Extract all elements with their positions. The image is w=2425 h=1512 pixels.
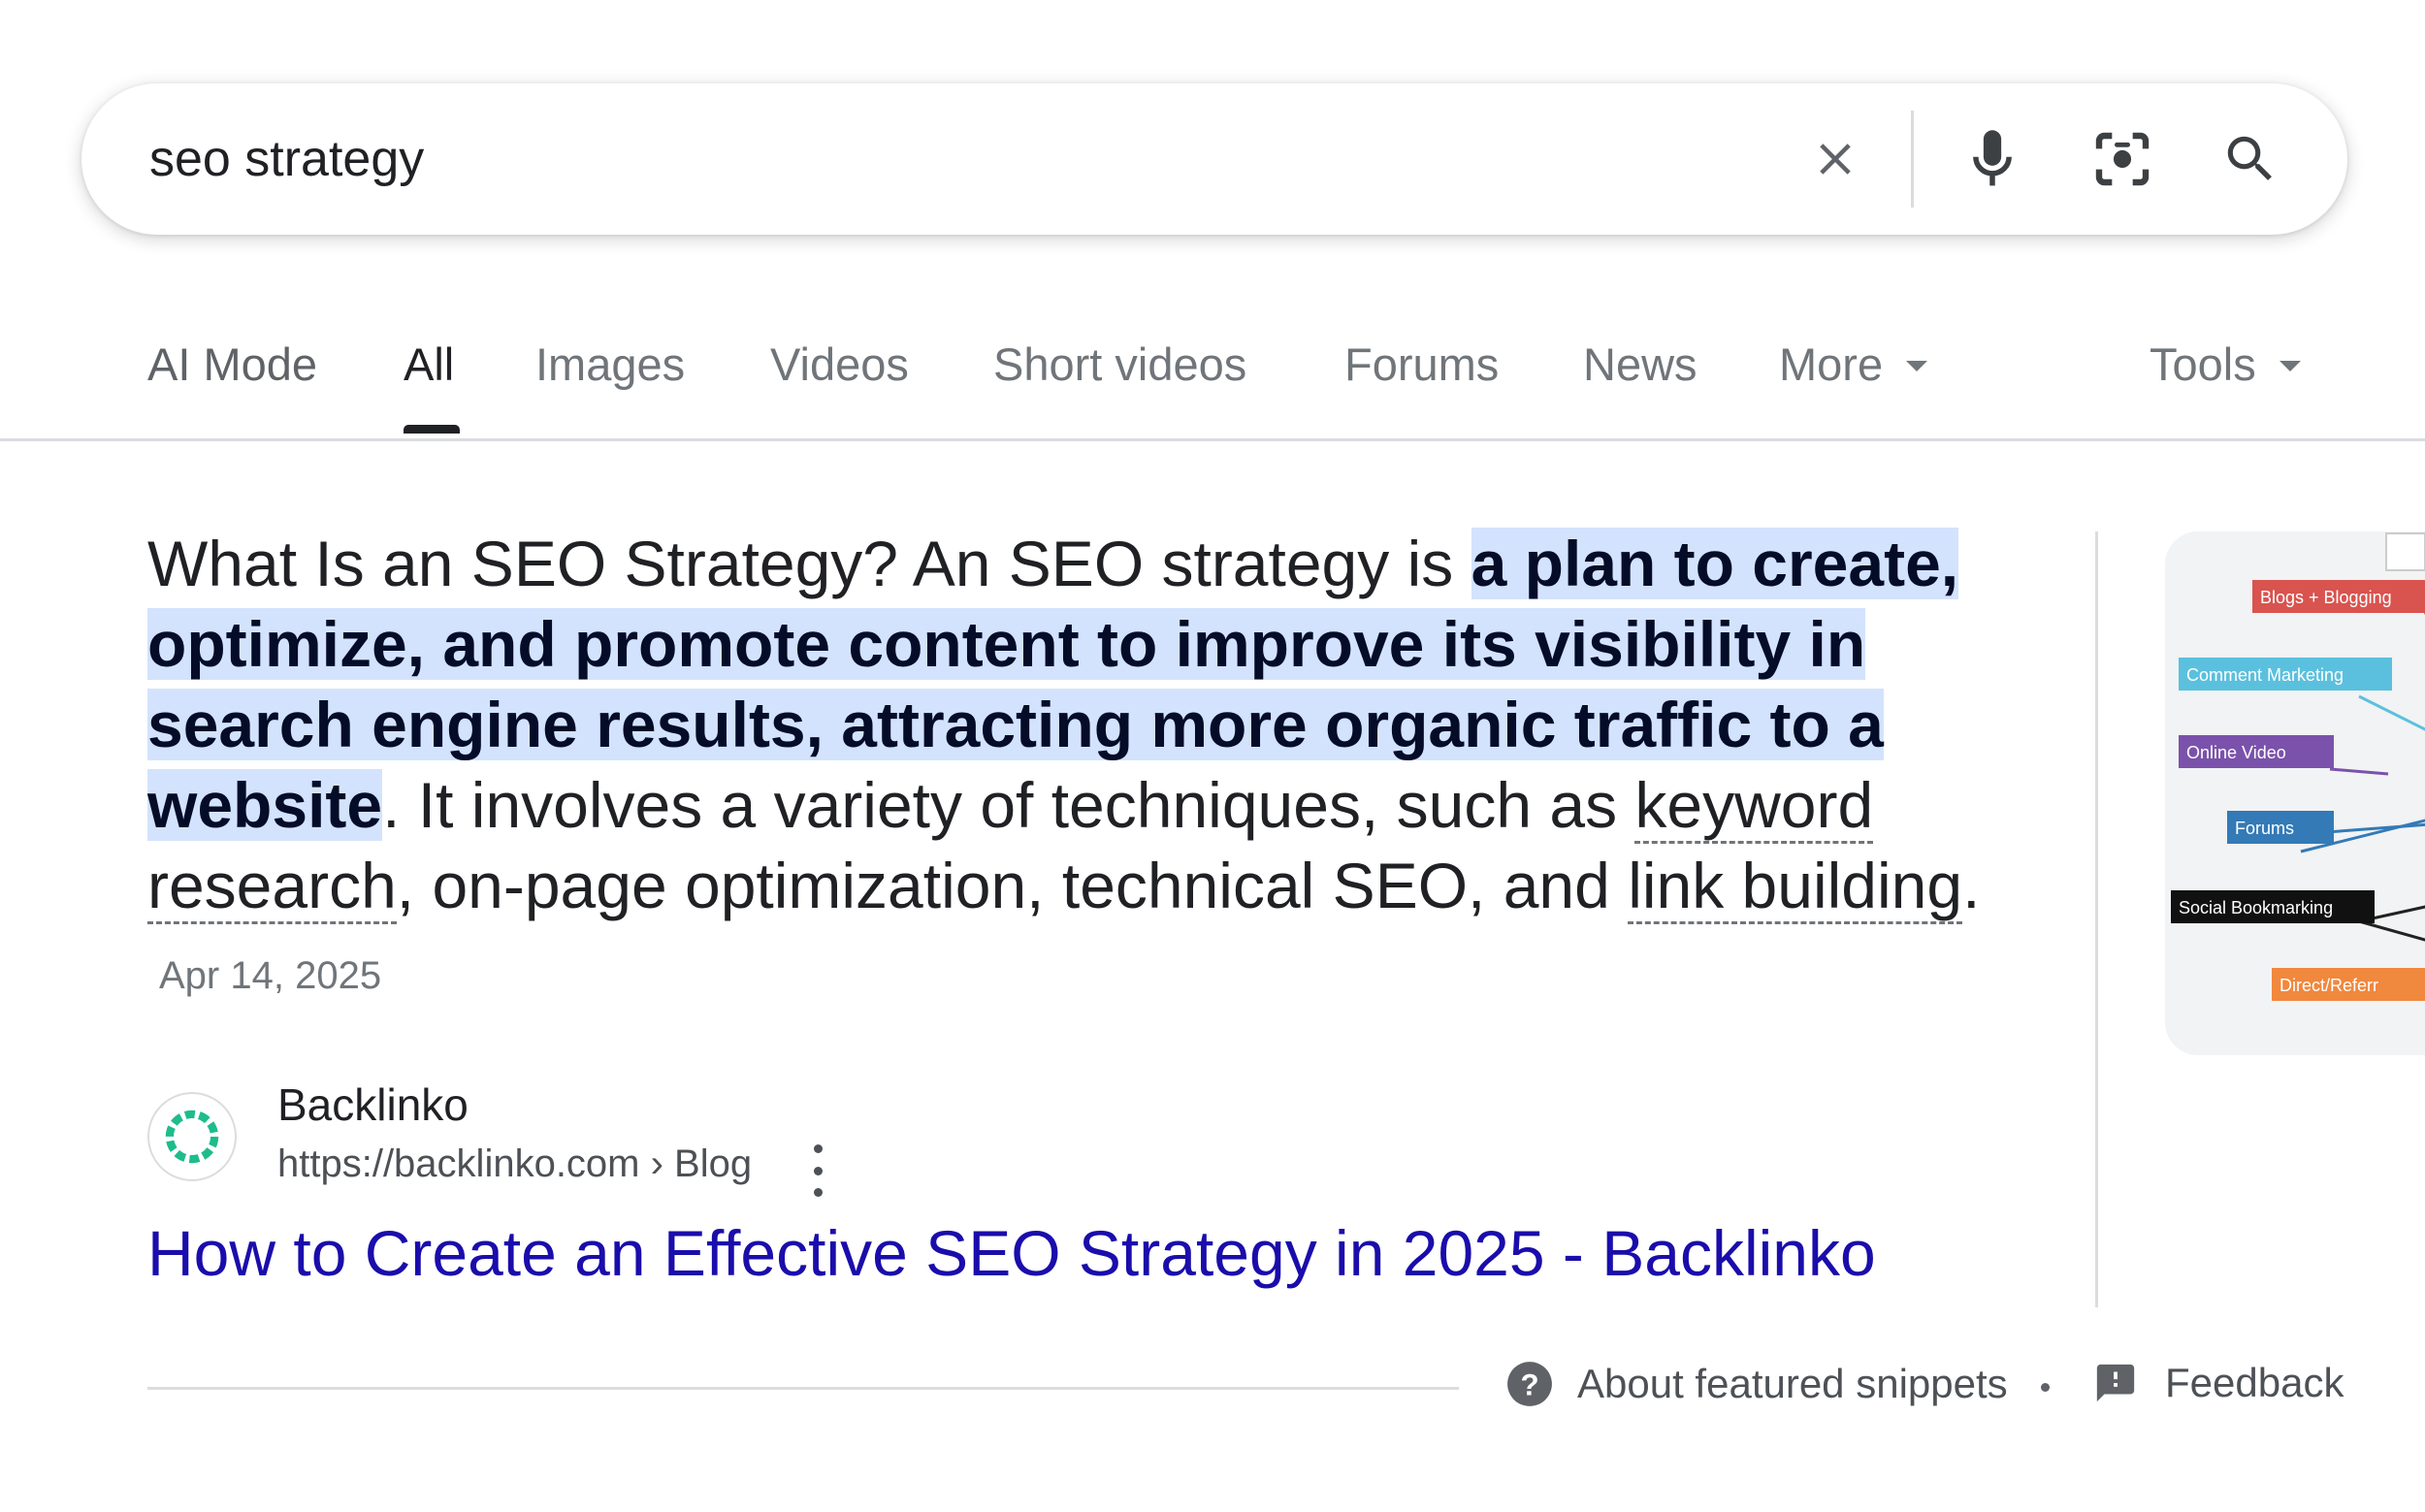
snippet-part-2: , on-page optimization, technical SEO, a… xyxy=(397,850,1628,921)
term-link-building[interactable]: link building xyxy=(1628,850,1962,924)
microphone-icon[interactable] xyxy=(1956,122,2029,196)
featured-snippet-text: What Is an SEO Strategy? An SEO strategy… xyxy=(147,524,1990,1016)
site-name[interactable]: Backlinko xyxy=(277,1078,469,1131)
search-input[interactable]: seo strategy xyxy=(149,83,424,235)
tab-videos[interactable]: Videos xyxy=(770,338,909,391)
footer-separator xyxy=(2041,1383,2050,1392)
search-icon[interactable] xyxy=(2214,122,2287,196)
svg-text:?: ? xyxy=(1520,1367,1538,1401)
more-options-icon[interactable] xyxy=(805,1144,830,1197)
tab-ai-mode[interactable]: AI Mode xyxy=(147,338,317,391)
tab-active-indicator xyxy=(404,425,460,434)
tab-more[interactable]: More xyxy=(1779,338,1927,391)
feedback-label: Feedback xyxy=(2165,1360,2344,1406)
footer-divider xyxy=(147,1387,1459,1390)
tools-label: Tools xyxy=(2150,338,2256,391)
snippet-middle: . It involves a variety of techniques, s… xyxy=(382,769,1634,841)
about-featured-snippets-link[interactable]: ? About featured snippets xyxy=(1505,1360,2008,1408)
snippet-intro: What Is an SEO Strategy? An SEO strategy… xyxy=(147,528,1471,599)
thumbnail-label: Comment Marketing xyxy=(2186,665,2344,685)
thumbnail-label: Social Bookmarking xyxy=(2179,898,2333,917)
thumbnail-label: Blogs + Blogging xyxy=(2260,588,2392,607)
snippet-thumbnail[interactable]: Blogs + Blogging Comment Marketing Online … xyxy=(2165,531,2425,1055)
tab-short-videos[interactable]: Short videos xyxy=(993,338,1246,391)
search-tabs: AI Mode All Images Videos Short videos F… xyxy=(0,291,2425,441)
feedback-link[interactable]: Feedback xyxy=(2093,1360,2344,1406)
tab-more-label: More xyxy=(1779,338,1883,391)
search-bar-divider xyxy=(1911,111,1914,208)
thumbnail-label: Direct/Referr xyxy=(2280,976,2378,995)
feedback-icon xyxy=(2093,1361,2138,1405)
thumbnail-label: Forums xyxy=(2235,819,2294,838)
column-divider xyxy=(2095,531,2098,1307)
lens-camera-icon[interactable] xyxy=(2086,122,2159,196)
thumbnail-diagram: Blogs + Blogging Comment Marketing Online … xyxy=(2165,531,2425,1055)
site-url[interactable]: https://backlinko.com › Blog xyxy=(277,1142,752,1186)
snippet-date: Apr 14, 2025 xyxy=(159,954,381,997)
tab-forums[interactable]: Forums xyxy=(1344,338,1499,391)
search-bar[interactable]: seo strategy xyxy=(81,83,2347,235)
snippet-end: . xyxy=(1962,850,1980,921)
tab-images[interactable]: Images xyxy=(535,338,685,391)
close-icon[interactable] xyxy=(1798,122,1872,196)
tab-news[interactable]: News xyxy=(1583,338,1698,391)
thumbnail-label: Online Video xyxy=(2186,743,2286,762)
about-featured-snippets-label: About featured snippets xyxy=(1577,1361,2008,1407)
chevron-down-icon xyxy=(1906,361,1927,371)
tools-button[interactable]: Tools xyxy=(2150,338,2301,391)
help-icon: ? xyxy=(1505,1360,1554,1408)
tab-all[interactable]: All xyxy=(404,338,454,391)
chevron-down-icon xyxy=(2280,361,2301,371)
site-favicon[interactable] xyxy=(147,1092,237,1181)
result-title-link[interactable]: How to Create an Effective SEO Strategy … xyxy=(147,1216,1876,1290)
